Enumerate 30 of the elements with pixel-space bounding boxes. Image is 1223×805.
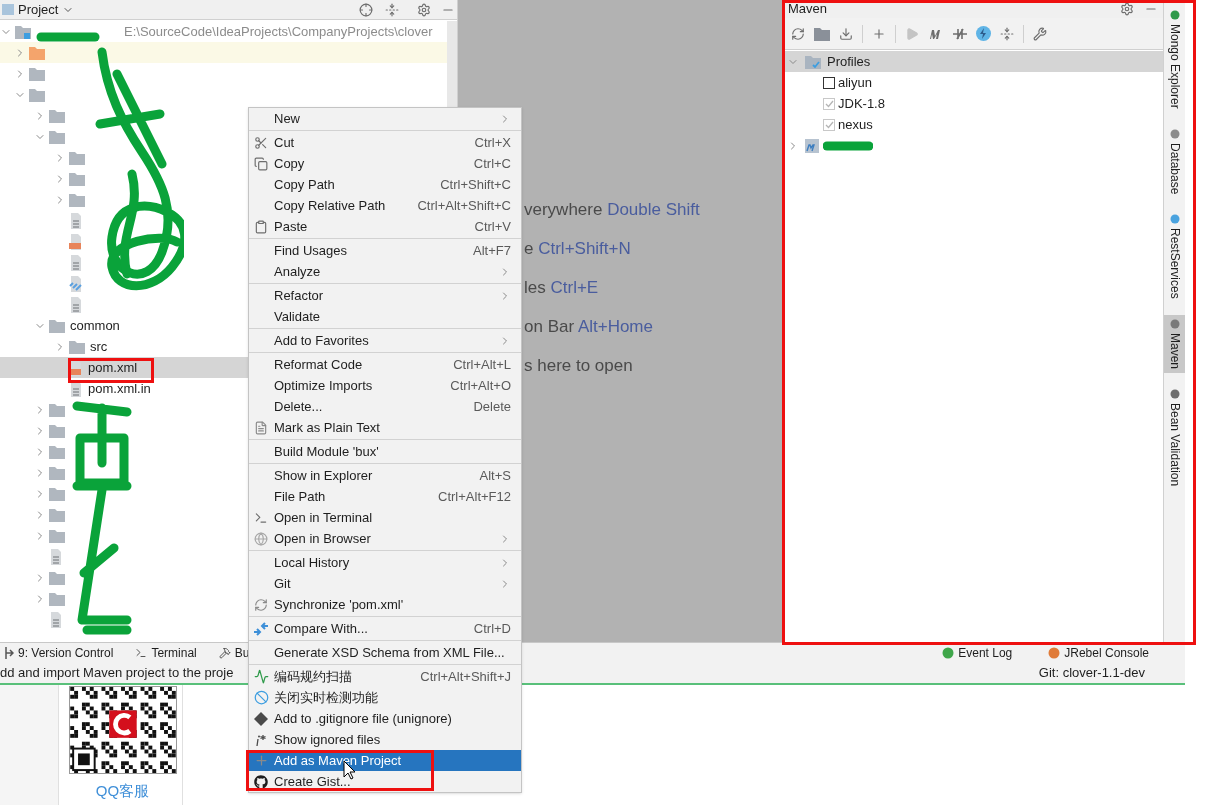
profile-label: JDK-1.8 xyxy=(838,94,885,113)
panel-title: Maven xyxy=(788,0,828,19)
shortcut-label: Ctrl+D xyxy=(473,619,511,638)
shortcut-label: Ctrl+Alt+F12 xyxy=(438,487,511,506)
shortcut-label: Ctrl+Alt+O xyxy=(450,376,511,395)
project-path: E:\SourceCode\IdeaProjects\CompanyProjects\clover xyxy=(124,22,433,41)
editor-hint: les Ctrl+E xyxy=(524,277,600,298)
shortcut-label: Ctrl+Alt+Shift+J xyxy=(420,667,511,686)
status-message: dd and import Maven project to the proje xyxy=(0,664,234,683)
tree-label: pom.xml.in xyxy=(88,379,151,398)
shortcut-label: Ctrl+Alt+L xyxy=(453,355,511,374)
editor-hint: verywhere Double Shift xyxy=(524,199,701,220)
shortcut-label: Ctrl+C xyxy=(473,154,511,173)
shortcut-label: Ctrl+X xyxy=(474,133,511,152)
shortcut-label: Ctrl+Shift+C xyxy=(440,175,511,194)
shortcut-label: Ctrl+V xyxy=(474,217,511,236)
tree-label: common xyxy=(70,316,120,335)
editor-hint: s here to open xyxy=(524,355,634,376)
editor-hint: e Ctrl+Shift+N xyxy=(524,238,632,259)
shortcut-label: Alt+S xyxy=(479,466,511,485)
tree-label: src xyxy=(90,337,108,356)
tree-label: Profiles xyxy=(827,52,871,71)
profile-label: nexus xyxy=(838,115,873,134)
tree-label: pom.xml xyxy=(88,358,138,377)
profile-label: aliyun xyxy=(838,73,872,92)
panel-title: Project xyxy=(18,0,59,19)
shortcut-label: Ctrl+Alt+Shift+C xyxy=(417,196,511,215)
shortcut-label: Delete xyxy=(473,397,511,416)
editor-hint: on Bar Alt+Home xyxy=(524,316,654,337)
shortcut-label: Alt+F7 xyxy=(473,241,511,260)
